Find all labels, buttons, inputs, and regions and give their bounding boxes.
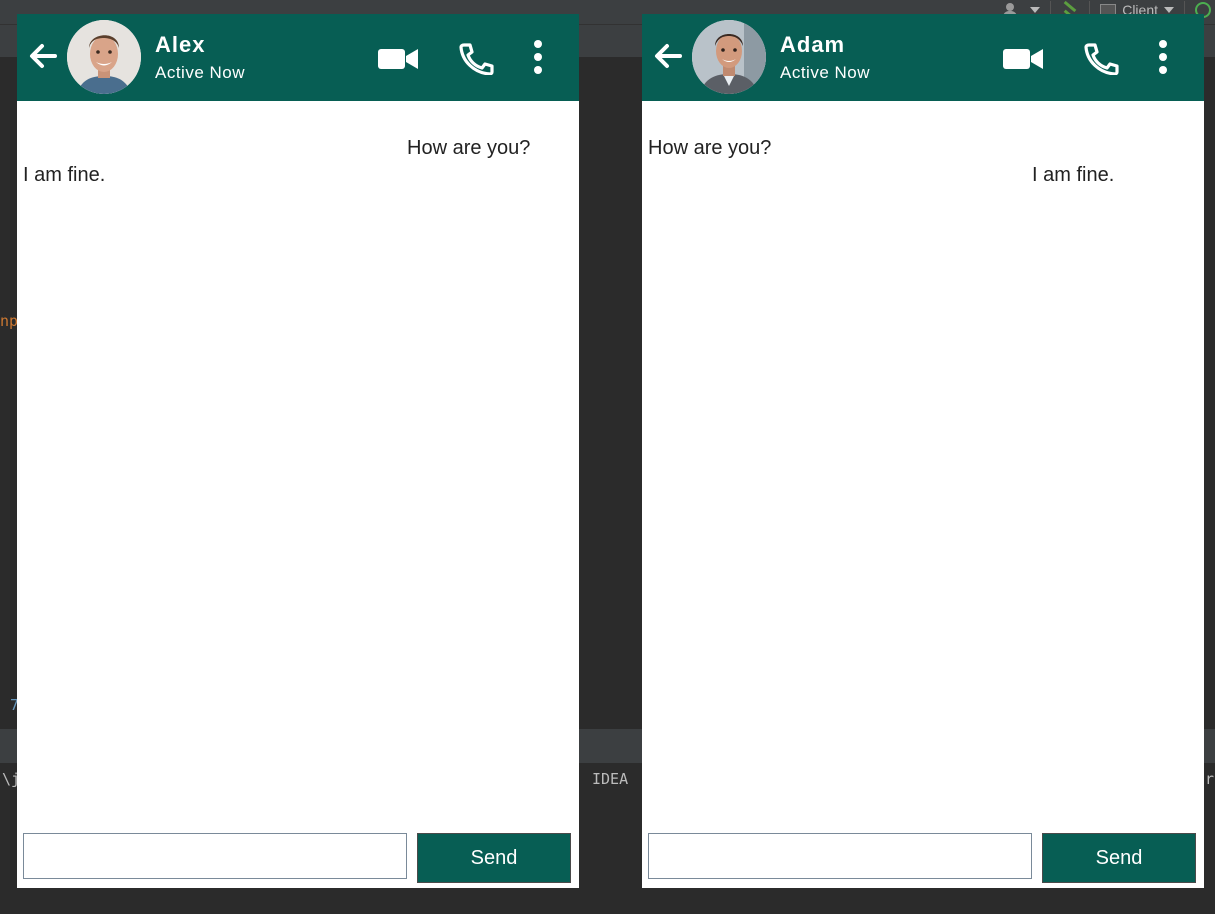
chat-window-alex: Alex Active Now How are you? I am fine. … bbox=[17, 14, 579, 888]
send-button[interactable]: Send bbox=[1042, 833, 1196, 883]
phone-icon[interactable] bbox=[458, 43, 494, 75]
message-outgoing: I am fine. bbox=[1032, 164, 1115, 186]
console-text: ra bbox=[1205, 770, 1215, 788]
send-button[interactable]: Send bbox=[417, 833, 571, 883]
chat-window-adam: Adam Active Now How are you? I am fine. … bbox=[642, 14, 1204, 888]
avatar-photo-icon bbox=[67, 20, 141, 94]
message-outgoing: How are you? bbox=[407, 137, 531, 159]
video-camera-icon[interactable] bbox=[378, 48, 418, 70]
message-incoming: I am fine. bbox=[23, 164, 106, 186]
console-text: IDEA bbox=[592, 770, 629, 788]
video-camera-icon[interactable] bbox=[1003, 48, 1043, 70]
back-arrow-icon[interactable] bbox=[27, 40, 59, 72]
message-incoming: How are you? bbox=[648, 137, 772, 159]
back-arrow-icon[interactable] bbox=[652, 40, 684, 72]
avatar[interactable] bbox=[67, 20, 141, 94]
chat-header: Alex Active Now bbox=[17, 14, 579, 101]
contact-status: Active Now bbox=[155, 63, 246, 82]
avatar-photo-icon bbox=[692, 20, 766, 94]
chat-header: Adam Active Now bbox=[642, 14, 1204, 101]
avatar[interactable] bbox=[692, 20, 766, 94]
message-list: How are you? I am fine. bbox=[17, 101, 579, 829]
contact-status: Active Now bbox=[780, 63, 871, 82]
phone-icon[interactable] bbox=[1083, 43, 1119, 75]
contact-name: Adam bbox=[780, 32, 846, 57]
chevron-down-icon[interactable] bbox=[1030, 7, 1041, 13]
message-list: How are you? I am fine. bbox=[642, 101, 1204, 829]
more-vertical-icon[interactable] bbox=[1154, 40, 1172, 74]
contact-name: Alex bbox=[155, 32, 206, 57]
message-input[interactable] bbox=[23, 833, 407, 879]
chevron-down-icon bbox=[1164, 7, 1174, 13]
more-vertical-icon[interactable] bbox=[529, 40, 547, 74]
message-input[interactable] bbox=[648, 833, 1032, 879]
